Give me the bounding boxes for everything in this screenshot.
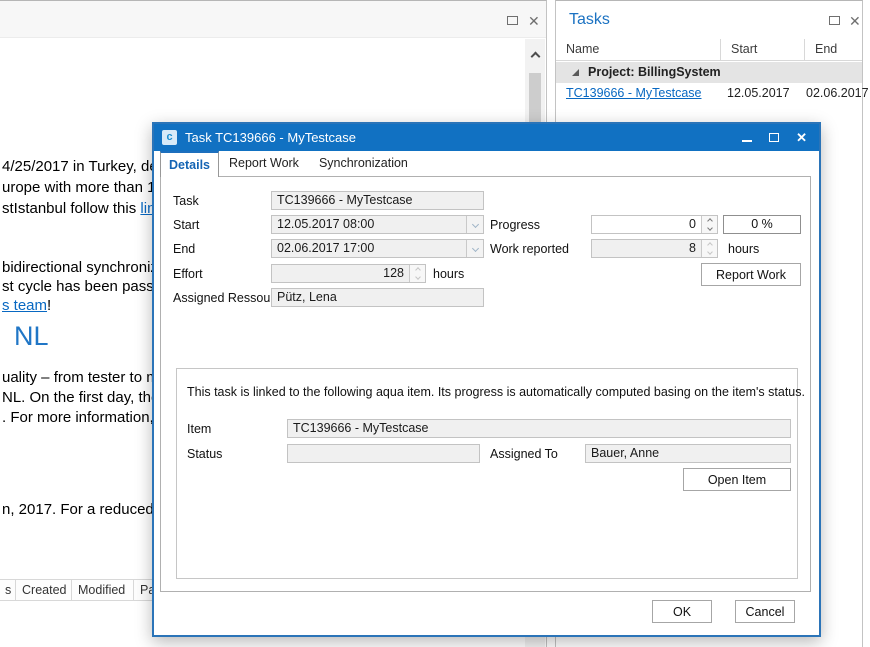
close-icon[interactable]: ✕ bbox=[528, 14, 540, 28]
status-field[interactable] bbox=[287, 444, 480, 463]
grid-column-header-created[interactable]: Created bbox=[16, 580, 72, 600]
app-icon: c bbox=[162, 130, 177, 145]
close-icon[interactable]: ✕ bbox=[849, 14, 861, 28]
end-label: End bbox=[173, 242, 195, 256]
dialog-tabstrip: Details Report Work Synchronization bbox=[160, 151, 418, 177]
spinner-icon[interactable] bbox=[701, 240, 717, 257]
document-text-line: n, 2017. For a reduced er bbox=[2, 501, 171, 518]
dropdown-icon[interactable] bbox=[466, 240, 483, 257]
dropdown-icon[interactable] bbox=[466, 216, 483, 233]
open-item-button[interactable]: Open Item bbox=[683, 468, 791, 491]
spinner-icon[interactable] bbox=[409, 265, 425, 282]
task-field[interactable]: TC139666 - MyTestcase bbox=[271, 191, 484, 210]
tab-report-work[interactable]: Report Work bbox=[219, 151, 309, 177]
assigned-ressource-field[interactable]: Pütz, Lena bbox=[271, 288, 484, 307]
progress-label: Progress bbox=[490, 218, 540, 232]
tab-synchronization[interactable]: Synchronization bbox=[309, 151, 418, 177]
maximize-icon[interactable] bbox=[769, 133, 779, 142]
task-dialog: c Task TC139666 - MyTestcase ✕ Details R… bbox=[152, 122, 821, 637]
item-label: Item bbox=[187, 422, 211, 436]
grid-column-header-modified[interactable]: Modified bbox=[72, 580, 134, 600]
document-text-line: 4/25/2017 in Turkey, deal bbox=[2, 158, 169, 175]
background-window-titlebar: ✕ bbox=[0, 1, 546, 38]
document-text-line: stIstanbul follow this link. bbox=[2, 200, 167, 217]
start-field[interactable]: 12.05.2017 08:00 bbox=[271, 215, 484, 234]
progress-field[interactable]: 0 bbox=[591, 215, 718, 234]
minimize-icon[interactable] bbox=[742, 134, 752, 142]
report-work-button[interactable]: Report Work bbox=[701, 263, 801, 286]
dialog-title: Task TC139666 - MyTestcase bbox=[185, 124, 356, 151]
details-tab-page: Task TC139666 - MyTestcase Start 12.05.2… bbox=[160, 176, 811, 592]
work-reported-value: 8 bbox=[689, 241, 696, 255]
work-reported-label: Work reported bbox=[490, 242, 569, 256]
effort-value: 128 bbox=[383, 266, 404, 280]
spinner-icon[interactable] bbox=[701, 216, 717, 233]
progress-percent-indicator: 0 % bbox=[723, 215, 801, 234]
tasks-group-row[interactable]: Project: BillingSystem bbox=[556, 62, 862, 83]
screen: ✕ 4/25/2017 in Turkey, deal urope with m… bbox=[0, 0, 870, 647]
tasks-panel-title: Tasks bbox=[569, 11, 610, 29]
document-text: ! bbox=[47, 297, 51, 314]
document-text-line: bidirectional synchronizat bbox=[2, 259, 170, 276]
document-text-line: uality – from tester to mar bbox=[2, 369, 172, 386]
dialog-titlebar[interactable]: c Task TC139666 - MyTestcase ✕ bbox=[154, 124, 819, 151]
task-start-cell: 12.05.2017 bbox=[727, 84, 790, 103]
document-text-line: . For more information, pl bbox=[2, 409, 170, 426]
maximize-icon[interactable] bbox=[829, 16, 840, 25]
task-name-link[interactable]: TC139666 - MyTestcase bbox=[566, 84, 701, 103]
end-field[interactable]: 02.06.2017 17:00 bbox=[271, 239, 484, 258]
task-end-cell: 02.06.2017 bbox=[806, 84, 869, 103]
linked-item-description: This task is linked to the following aqu… bbox=[187, 385, 805, 399]
document-text: stIstanbul follow this bbox=[2, 200, 140, 217]
ok-button[interactable]: OK bbox=[652, 600, 712, 623]
document-text-line: s team! bbox=[2, 297, 51, 314]
document-text-line: NL. On the first day, ther bbox=[2, 389, 164, 406]
maximize-icon[interactable] bbox=[507, 16, 518, 25]
document-text-line: urope with more than 100 bbox=[2, 179, 172, 196]
document-heading: NL bbox=[14, 321, 49, 352]
column-header-start[interactable]: Start bbox=[720, 39, 804, 60]
end-value: 02.06.2017 17:00 bbox=[277, 241, 374, 255]
close-icon[interactable]: ✕ bbox=[796, 131, 807, 144]
work-reported-field[interactable]: 8 bbox=[591, 239, 718, 258]
task-row[interactable]: TC139666 - MyTestcase 12.05.2017 02.06.2… bbox=[556, 84, 862, 104]
task-label: Task bbox=[173, 194, 199, 208]
effort-field[interactable]: 128 bbox=[271, 264, 426, 283]
effort-unit-label: hours bbox=[433, 267, 464, 281]
group-label: Project: BillingSystem bbox=[588, 62, 721, 83]
scrollbar-up-icon[interactable] bbox=[525, 47, 545, 65]
assigned-to-label: Assigned To bbox=[490, 447, 558, 461]
column-header-name[interactable]: Name bbox=[556, 39, 720, 60]
tab-details[interactable]: Details bbox=[160, 151, 219, 177]
cancel-button[interactable]: Cancel bbox=[735, 600, 795, 623]
document-text-line: st cycle has been passed bbox=[2, 278, 170, 295]
grid-column-header[interactable]: s bbox=[0, 580, 16, 600]
work-unit-label: hours bbox=[728, 242, 759, 256]
tasks-table-header: Name Start End bbox=[556, 39, 862, 61]
effort-label: Effort bbox=[173, 267, 203, 281]
start-value: 12.05.2017 08:00 bbox=[277, 217, 374, 231]
progress-value: 0 bbox=[689, 217, 696, 231]
column-header-end[interactable]: End bbox=[804, 39, 863, 60]
item-field[interactable]: TC139666 - MyTestcase bbox=[287, 419, 791, 438]
group-expand-icon[interactable] bbox=[572, 69, 579, 76]
linked-item-groupbox: This task is linked to the following aqu… bbox=[176, 368, 798, 579]
start-label: Start bbox=[173, 218, 199, 232]
status-label: Status bbox=[187, 447, 222, 461]
assigned-to-field[interactable]: Bauer, Anne bbox=[585, 444, 791, 463]
hyperlink[interactable]: s team bbox=[2, 297, 47, 314]
